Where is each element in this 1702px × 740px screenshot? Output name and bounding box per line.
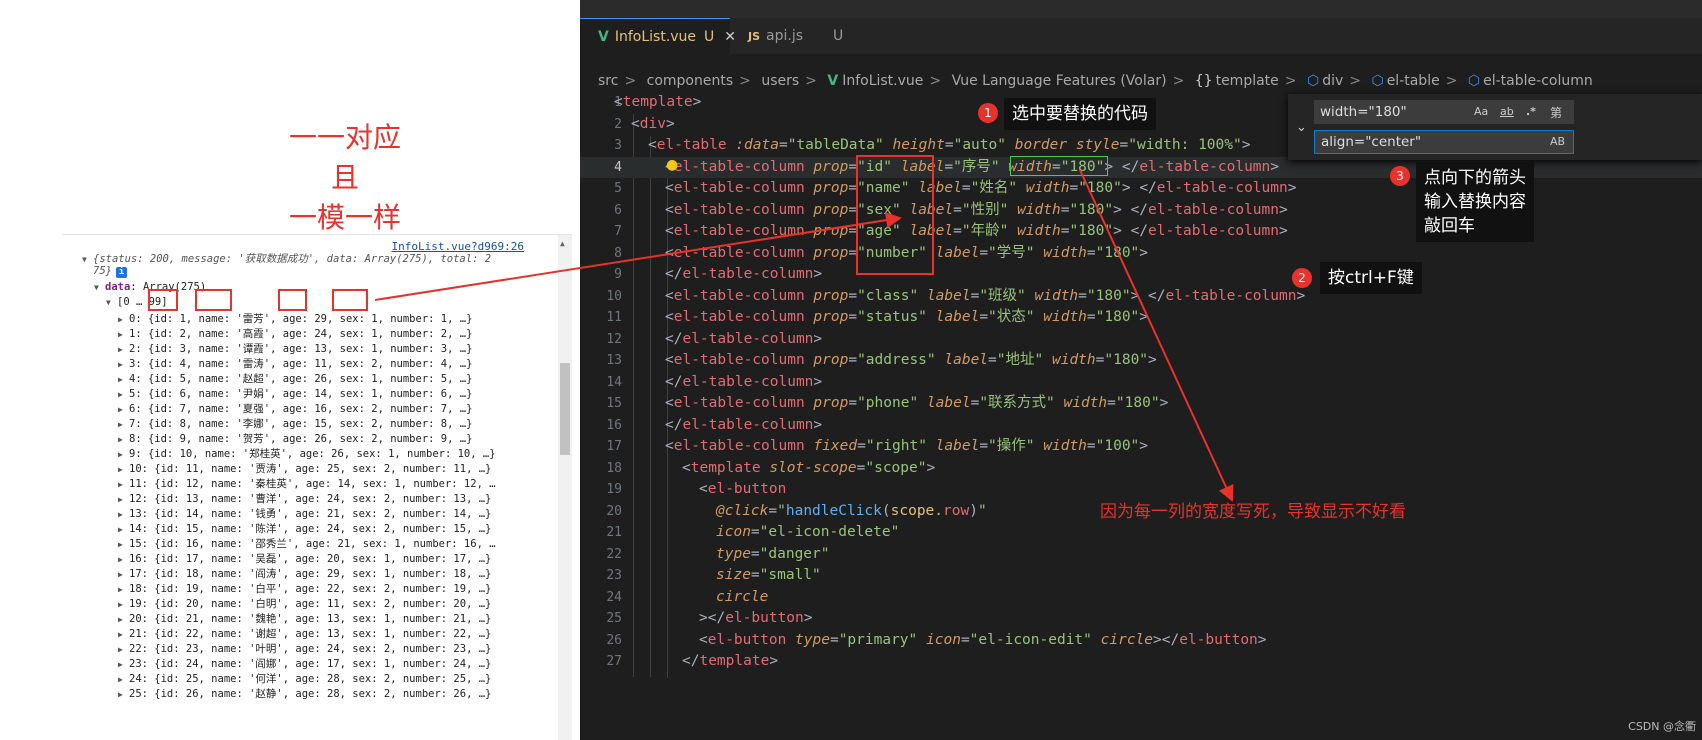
annotation-arrows: [374, 169, 1234, 502]
screenshot-stage: 一一对应 且 一模一样 InfoList.vue?d969:26 ▼ {statu…: [0, 0, 1702, 740]
arrow-width-to-note: [1079, 169, 1234, 502]
arrow-console-to-code: [374, 212, 902, 301]
